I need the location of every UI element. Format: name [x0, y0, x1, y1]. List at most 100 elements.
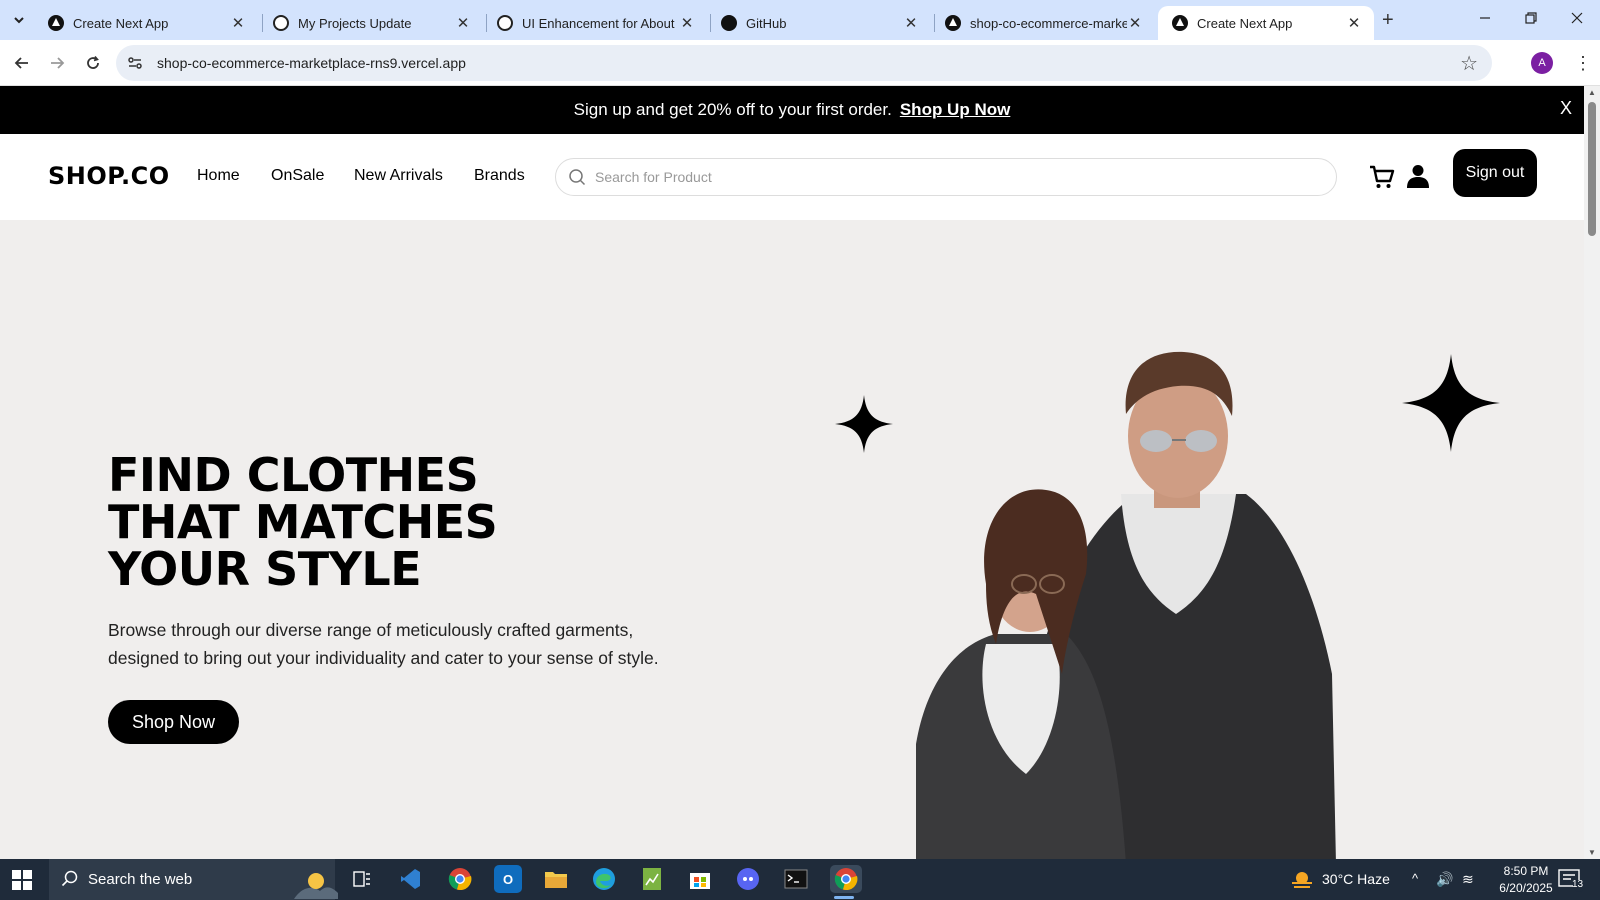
back-arrow-icon [14, 57, 28, 69]
discord-glyph-icon [737, 868, 759, 890]
user-icon[interactable] [1407, 164, 1429, 188]
tab-title: shop-co-ecommerce-market [970, 15, 1127, 31]
restore-icon [1525, 12, 1537, 24]
outlook-icon[interactable]: O [494, 865, 522, 893]
sheets-glyph-icon [643, 868, 661, 890]
weather-text[interactable]: 30°C Haze [1322, 871, 1390, 887]
nextjs-icon [48, 15, 64, 31]
vscode-glyph-icon [401, 869, 420, 889]
file-explorer-icon[interactable] [542, 865, 570, 893]
close-tab-icon[interactable]: ✕ [679, 14, 695, 32]
menu-kebab-icon[interactable]: ⋮ [1574, 50, 1592, 76]
clock-date: 6/20/2025 [1499, 881, 1553, 895]
reload-icon [87, 55, 99, 69]
show-hidden-icons-chevron-icon[interactable]: ^ [1412, 871, 1418, 886]
scroll-down-arrow-icon[interactable]: ▼ [1588, 848, 1596, 857]
site-settings-icon[interactable] [126, 54, 144, 72]
reload-button[interactable] [81, 51, 105, 75]
search-input[interactable] [595, 167, 1295, 187]
volume-icon[interactable]: 🔊 [1436, 871, 1453, 888]
close-tab-icon[interactable]: ✕ [1127, 14, 1143, 32]
hero-description: Browse through our diverse range of meti… [108, 620, 659, 668]
weather-haze-icon[interactable] [1290, 869, 1314, 891]
page-scrollbar[interactable]: ▲ ▼ [1584, 86, 1600, 859]
browser-tab-active[interactable]: Create Next App ✕ [1158, 6, 1374, 40]
search-icon [61, 870, 78, 887]
close-tab-icon[interactable]: ✕ [455, 14, 471, 32]
windows-start-icon[interactable] [12, 870, 32, 890]
task-view-glyph-icon [353, 871, 370, 887]
close-window-button[interactable] [1554, 6, 1600, 34]
chrome-glyph-icon [834, 868, 858, 891]
close-tab-icon[interactable]: ✕ [1346, 14, 1362, 32]
clock-time: 8:50 PM [1503, 864, 1549, 878]
tab-strip: Create Next App ✕ My Projects Update ✕ U… [0, 0, 1600, 40]
network-icon[interactable]: ≋ [1462, 871, 1474, 888]
chrome-glyph-icon [448, 868, 472, 891]
browser-tab[interactable]: GitHub ✕ [707, 6, 931, 40]
shop-now-button[interactable]: Shop Now [108, 700, 239, 744]
nav-home[interactable]: Home [197, 167, 240, 185]
nav-onsale[interactable]: OnSale [271, 167, 324, 185]
store-glyph-icon [690, 873, 710, 889]
sheets-icon[interactable] [638, 865, 666, 893]
promo-close-button[interactable]: X [1560, 98, 1572, 119]
site-logo[interactable]: SHOP.CO [48, 162, 170, 190]
cart-icon[interactable] [1369, 164, 1395, 190]
edge-icon[interactable] [590, 865, 618, 893]
bookmark-star-icon[interactable]: ☆ [1460, 51, 1478, 76]
edge-glyph-icon [593, 868, 615, 890]
terminal-icon[interactable] [782, 865, 810, 893]
nav-brands[interactable]: Brands [474, 167, 525, 185]
discord-icon[interactable] [734, 865, 762, 893]
product-search [555, 158, 1337, 196]
web-page: Sign up and get 20% off to your first or… [0, 86, 1584, 859]
github-icon [721, 15, 737, 31]
notification-count-badge: 13 [1572, 879, 1584, 890]
hero-title: FIND CLOTHES THAT MATCHES YOUR STYLE [108, 452, 548, 593]
taskbar-clock[interactable]: 8:50 PM 6/20/2025 [1486, 863, 1566, 897]
forward-button[interactable] [45, 51, 69, 75]
tab-title: My Projects Update [298, 15, 412, 31]
hero-title-line: YOUR STYLE [108, 542, 422, 596]
minimize-button[interactable] [1462, 6, 1508, 34]
windows-taskbar: Search the web O 30°C Haze ^ 🔊 ≋ 8:50 PM… [0, 859, 1600, 900]
tab-title: Create Next App [73, 15, 169, 31]
terminal-glyph-icon [784, 869, 808, 889]
tab-title: GitHub [746, 15, 787, 31]
browser-tab[interactable]: UI Enhancement for About ✕ [483, 6, 707, 40]
store-icon[interactable] [686, 865, 714, 893]
forward-arrow-icon [51, 57, 65, 69]
task-view-icon[interactable] [348, 865, 376, 893]
browser-tab[interactable]: Create Next App ✕ [34, 6, 258, 40]
chevron-down-icon [14, 17, 24, 24]
minimize-icon [1480, 17, 1490, 19]
tab-search-button[interactable] [6, 8, 32, 32]
site-header: SHOP.CO Home OnSale New Arrivals Brands … [0, 134, 1584, 220]
new-tab-button[interactable]: + [1382, 9, 1394, 32]
hero-title-line: THAT MATCHES [108, 495, 498, 549]
address-bar[interactable]: shop-co-ecommerce-marketplace-rns9.verce… [116, 45, 1492, 81]
back-button[interactable] [10, 51, 34, 75]
nav-new-arrivals[interactable]: New Arrivals [354, 167, 443, 185]
close-tab-icon[interactable]: ✕ [230, 14, 246, 32]
nextjs-icon [1172, 15, 1188, 31]
restore-button[interactable] [1508, 6, 1554, 34]
browser-tab[interactable]: My Projects Update ✕ [259, 6, 483, 40]
close-tab-icon[interactable]: ✕ [903, 14, 919, 32]
profile-avatar[interactable]: A [1531, 52, 1553, 74]
chrome-icon[interactable] [446, 865, 474, 893]
promo-banner: Sign up and get 20% off to your first or… [0, 86, 1584, 134]
promo-signup-link[interactable]: Shop Up Now [900, 100, 1010, 120]
chrome-profile-icon[interactable] [830, 865, 862, 899]
scrollbar-thumb[interactable] [1588, 102, 1596, 236]
browser-tab[interactable]: shop-co-ecommerce-market ✕ [931, 6, 1155, 40]
hero-couple-photo [916, 351, 1336, 859]
url-text: shop-co-ecommerce-marketplace-rns9.verce… [157, 55, 466, 71]
vscode-icon[interactable] [396, 865, 424, 893]
close-icon [1571, 12, 1583, 24]
scroll-up-arrow-icon[interactable]: ▲ [1588, 88, 1596, 97]
small-sparkle-icon [835, 395, 893, 453]
sign-out-button[interactable]: Sign out [1453, 149, 1537, 197]
taskbar-search[interactable]: Search the web [49, 859, 338, 900]
